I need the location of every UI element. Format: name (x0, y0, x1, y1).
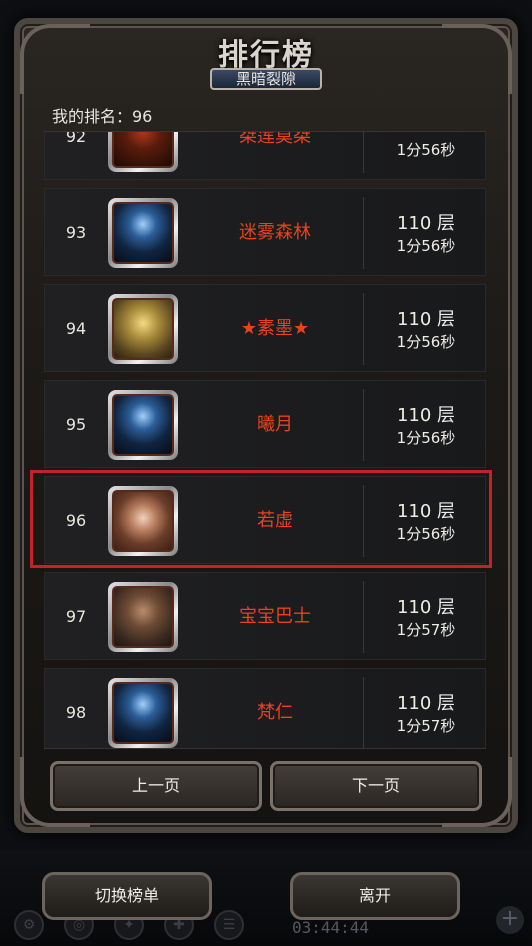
clear-time: 1分57秒 (396, 621, 456, 639)
floor-count: 110 层 (396, 693, 456, 714)
clear-time: 1分56秒 (396, 237, 456, 255)
gear-icon[interactable]: ⚙ (14, 910, 44, 940)
floor-count: 110 层 (396, 213, 456, 234)
rank-number: 92 (65, 131, 87, 146)
column-divider (363, 677, 364, 748)
ranking-row[interactable]: 97 宝宝巴士 110 层 1分57秒 (44, 572, 486, 660)
clear-time: 1分57秒 (396, 717, 456, 735)
blue-warrior-avatar-icon (112, 394, 174, 456)
dark-avatar-icon (112, 132, 174, 168)
rank-number: 98 (65, 703, 87, 722)
golden-angel-avatar-icon (112, 298, 174, 360)
player-name: ★素墨★ (240, 318, 310, 339)
player-name: 梵仁 (257, 702, 293, 723)
ranking-list[interactable]: 92 桀莲莫桀 1分56秒 93 迷雾森林 110 层 1分56秒 94 ★素墨… (44, 131, 486, 749)
leaderboard-category-badge: 黑暗裂隙 (210, 68, 322, 90)
prev-page-button[interactable]: 上一页 (50, 761, 262, 811)
player-name: 宝宝巴士 (239, 606, 311, 627)
rank-number: 97 (65, 607, 87, 626)
player-avatar[interactable] (108, 582, 178, 652)
rank-number: 94 (65, 319, 87, 338)
rank-number: 93 (65, 223, 87, 242)
self-row-highlight (30, 470, 492, 568)
next-page-button[interactable]: 下一页 (270, 761, 482, 811)
player-name: 迷雾森林 (239, 222, 311, 243)
player-name: 曦月 (257, 414, 293, 435)
floor-count: 110 层 (396, 405, 456, 426)
hud-icon[interactable]: ☰ (214, 910, 244, 940)
ranking-row[interactable]: 92 桀莲莫桀 1分56秒 (44, 131, 486, 180)
ranking-row[interactable]: 95 曦月 110 层 1分56秒 (44, 380, 486, 468)
clear-time: 1分56秒 (396, 429, 456, 447)
player-avatar[interactable] (108, 390, 178, 460)
column-divider (363, 389, 364, 461)
player-name: 桀莲莫桀 (239, 131, 311, 147)
column-divider (363, 132, 364, 173)
ranking-row[interactable]: 98 梵仁 110 层 1分57秒 (44, 668, 486, 748)
my-rank-label: 我的排名：96 (52, 107, 153, 126)
player-avatar[interactable] (108, 198, 178, 268)
player-avatar[interactable] (108, 678, 178, 748)
column-divider (363, 581, 364, 653)
column-divider (363, 197, 364, 269)
player-avatar[interactable] (108, 132, 178, 172)
clear-time: 1分56秒 (396, 141, 456, 159)
floor-count: 110 层 (396, 597, 456, 618)
leave-button[interactable]: 离开 (290, 872, 460, 920)
floor-count: 110 层 (396, 309, 456, 330)
player-avatar[interactable] (108, 294, 178, 364)
man-portrait-avatar-icon (112, 586, 174, 648)
rank-number: 95 (65, 415, 87, 434)
blue-warrior-avatar-icon (112, 682, 174, 744)
column-divider (363, 293, 364, 365)
plus-icon[interactable]: + (496, 906, 524, 934)
clear-time: 1分56秒 (396, 333, 456, 351)
ranking-row[interactable]: 94 ★素墨★ 110 层 1分56秒 (44, 284, 486, 372)
switch-leaderboard-button[interactable]: 切换榜单 (42, 872, 212, 920)
game-clock: 03:44:44 (292, 918, 370, 937)
blue-warrior-avatar-icon (112, 202, 174, 264)
ranking-row[interactable]: 93 迷雾森林 110 层 1分56秒 (44, 188, 486, 276)
